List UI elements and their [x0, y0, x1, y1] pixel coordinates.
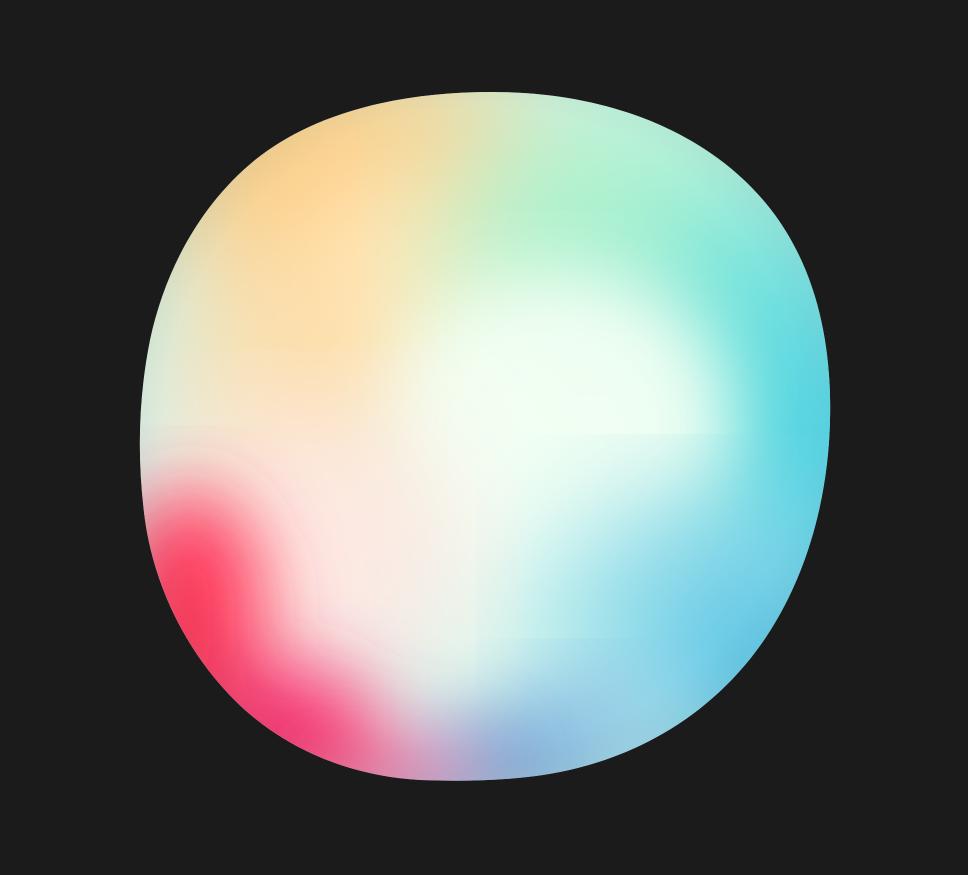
orb-graphic	[0, 0, 968, 875]
canvas-stage	[0, 0, 968, 875]
